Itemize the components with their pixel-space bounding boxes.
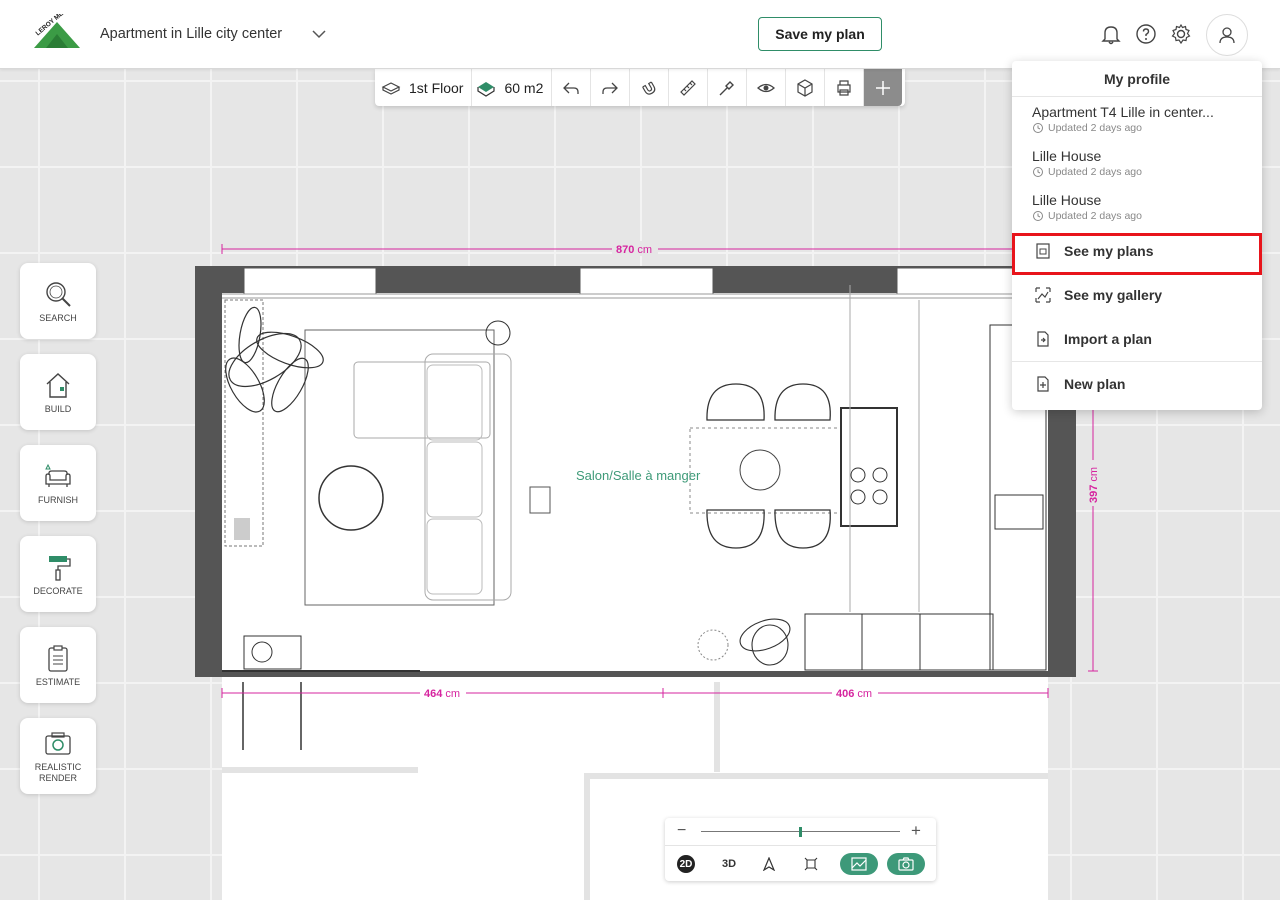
see-my-gallery-item[interactable]: See my gallery bbox=[1012, 273, 1262, 317]
new-plan-item[interactable]: New plan bbox=[1012, 361, 1262, 405]
gallery-icon bbox=[1035, 287, 1051, 303]
import-icon bbox=[1037, 331, 1049, 347]
sidebar-furnish-label: FURNISH bbox=[38, 494, 78, 505]
history-icon bbox=[1033, 123, 1043, 133]
recent-plan-updated: Updated 2 days ago bbox=[1048, 210, 1142, 222]
sidebar-decorate-button[interactable]: DECORATE bbox=[20, 536, 96, 612]
zoom-slider-handle[interactable] bbox=[799, 827, 802, 837]
area-icon bbox=[477, 81, 496, 97]
sidebar-build-label: BUILD bbox=[44, 403, 72, 414]
camera-icon bbox=[45, 732, 71, 755]
print-button[interactable] bbox=[825, 69, 865, 106]
undo-button[interactable] bbox=[552, 69, 592, 106]
print-icon bbox=[837, 79, 851, 96]
clipboard-icon bbox=[48, 644, 68, 672]
gear-icon[interactable] bbox=[1169, 22, 1193, 46]
camera-icon bbox=[898, 857, 914, 871]
floor-icon bbox=[381, 81, 401, 95]
recent-plan-name: Lille House bbox=[1032, 148, 1102, 164]
cube-icon bbox=[797, 78, 813, 97]
image-icon bbox=[851, 857, 867, 871]
sofa-icon bbox=[45, 463, 71, 487]
sidebar-estimate-button[interactable]: ESTIMATE bbox=[20, 627, 96, 703]
undo-icon bbox=[563, 82, 580, 94]
add-icon bbox=[876, 80, 891, 95]
new-plan-label: New plan bbox=[1064, 375, 1126, 392]
sidebar-search-label: SEARCH bbox=[39, 312, 77, 323]
fit-icon bbox=[804, 857, 818, 871]
recent-plan-name: Apartment T4 Lille in center... bbox=[1032, 104, 1214, 120]
sidebar-furnish-button[interactable]: FURNISH bbox=[20, 445, 96, 521]
recent-plan-item[interactable]: Apartment T4 Lille in center... Updated … bbox=[1012, 97, 1262, 141]
save-plan-button[interactable]: Save my plan bbox=[758, 17, 882, 51]
import-plan-item[interactable]: Import a plan bbox=[1012, 317, 1262, 361]
area-display[interactable]: 60 m2 bbox=[472, 69, 553, 106]
profile-dropdown: My profile Apartment T4 Lille in center.… bbox=[1012, 61, 1262, 410]
user-icon bbox=[1219, 27, 1235, 44]
recent-plan-name: Lille House bbox=[1032, 192, 1102, 208]
zoom-control: − + 2D 3D bbox=[665, 818, 936, 881]
house-icon bbox=[46, 372, 70, 398]
bell-icon[interactable] bbox=[1099, 22, 1123, 46]
search-icon bbox=[46, 281, 71, 307]
floor-label: 1st Floor bbox=[409, 79, 464, 96]
sidebar-decorate-label: DECORATE bbox=[33, 585, 83, 596]
project-title[interactable]: Apartment in Lille city center bbox=[100, 26, 282, 42]
render-button[interactable] bbox=[887, 853, 925, 875]
add-button[interactable] bbox=[864, 69, 903, 106]
magnet-icon bbox=[642, 81, 656, 95]
zoom-out-button[interactable]: − bbox=[677, 822, 686, 840]
redo-button[interactable] bbox=[591, 69, 631, 106]
selection-highlight bbox=[1012, 233, 1262, 275]
sidebar-render-label: REALISTIC RENDER bbox=[34, 762, 82, 783]
profile-menu-title: My profile bbox=[1012, 61, 1262, 97]
recent-plan-updated: Updated 2 days ago bbox=[1048, 122, 1142, 134]
3d-object-button[interactable] bbox=[786, 69, 826, 106]
sidebar-render-button[interactable]: REALISTIC RENDER bbox=[20, 718, 96, 794]
recent-plan-item[interactable]: Lille House Updated 2 days ago bbox=[1012, 185, 1262, 229]
chevron-down-icon[interactable] bbox=[311, 26, 327, 42]
screenshot-button[interactable] bbox=[840, 853, 878, 875]
app-header: LEROY MERLIN Apartment in Lille city cen… bbox=[0, 0, 1280, 69]
magnet-button[interactable] bbox=[630, 69, 670, 106]
eyedropper-icon bbox=[719, 80, 735, 95]
area-label: 60 m2 bbox=[504, 79, 544, 96]
history-icon bbox=[1033, 167, 1043, 177]
zoom-in-button[interactable]: + bbox=[911, 821, 921, 841]
eyedropper-button[interactable] bbox=[708, 69, 748, 106]
history-icon bbox=[1033, 211, 1043, 221]
sidebar-build-button[interactable]: BUILD bbox=[20, 354, 96, 430]
leroy-merlin-logo[interactable]: LEROY MERLIN bbox=[32, 14, 82, 52]
eye-icon bbox=[757, 83, 776, 92]
help-icon[interactable] bbox=[1134, 22, 1158, 46]
compass-button[interactable] bbox=[761, 853, 777, 875]
sidebar-search-button[interactable]: SEARCH bbox=[20, 263, 96, 339]
redo-icon bbox=[602, 82, 619, 94]
paint-roller-icon bbox=[49, 555, 71, 581]
floor-selector[interactable]: 1st Floor bbox=[375, 69, 473, 106]
plan-toolbar: 1st Floor 60 m2 bbox=[375, 69, 905, 106]
see-my-gallery-label: See my gallery bbox=[1064, 287, 1163, 303]
import-plan-label: Import a plan bbox=[1064, 331, 1152, 347]
view-2d-button[interactable]: 2D bbox=[677, 855, 695, 873]
recent-plan-updated: Updated 2 days ago bbox=[1048, 166, 1142, 178]
compass-icon bbox=[762, 857, 776, 871]
profile-avatar-button[interactable] bbox=[1206, 14, 1248, 56]
view-3d-button[interactable]: 3D bbox=[718, 853, 740, 875]
new-plan-icon bbox=[1037, 375, 1049, 392]
recent-plan-item[interactable]: Lille House Updated 2 days ago bbox=[1012, 141, 1262, 185]
ruler-icon bbox=[680, 79, 697, 96]
sidebar-estimate-label: ESTIMATE bbox=[35, 676, 81, 687]
visibility-button[interactable] bbox=[747, 69, 787, 106]
ruler-button[interactable] bbox=[669, 69, 709, 106]
fit-button[interactable] bbox=[803, 853, 819, 875]
